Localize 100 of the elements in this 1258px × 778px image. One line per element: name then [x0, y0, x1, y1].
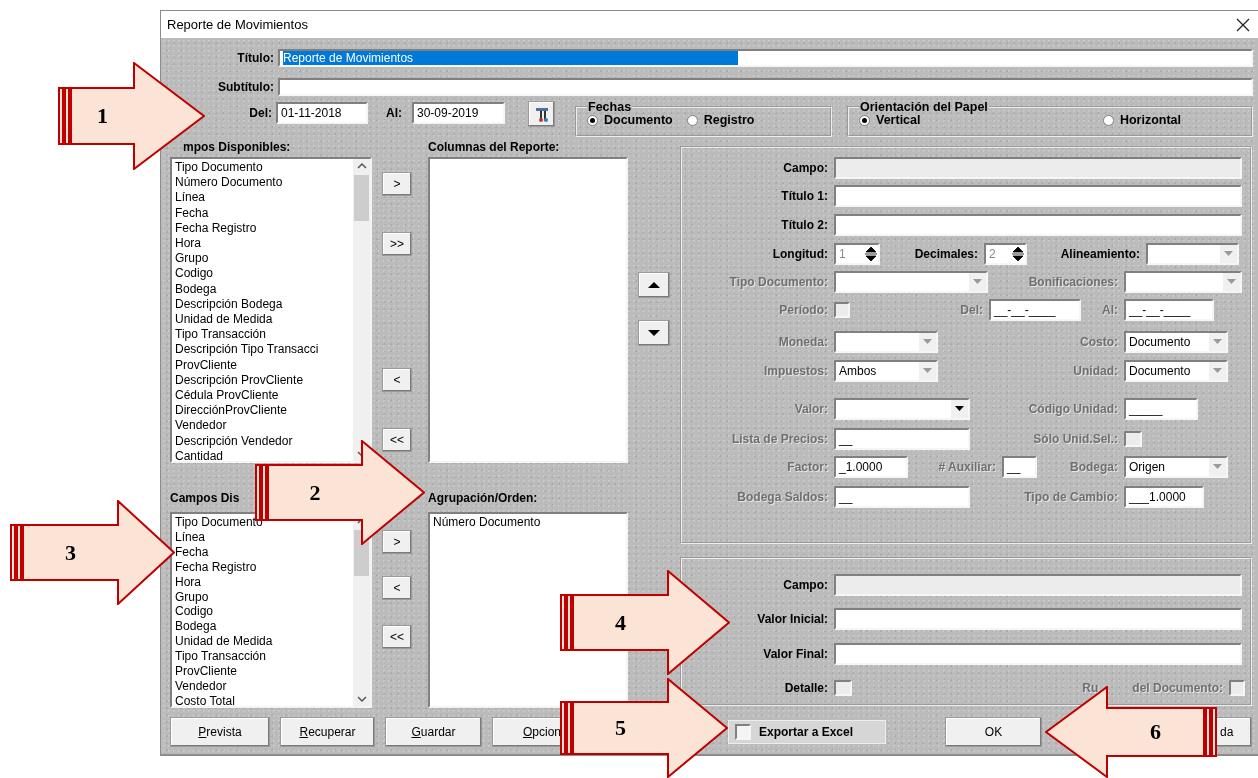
list-box[interactable]: Tipo Documento Línea Fecha Fecha Registro Hora Grupo Codigo Bodega Unidad de Medida Tipo Transacción ProvCliente Vendedor Costo Total [170, 512, 372, 708]
field-label: Bodega: [1070, 460, 1118, 474]
list-item[interactable]: Hora [175, 574, 201, 590]
dropdown[interactable] [834, 398, 970, 420]
callout-number: 6 [1150, 719, 1161, 745]
transfer-button[interactable]: < [382, 368, 412, 392]
radio-button[interactable] [859, 114, 870, 126]
spinner-arrows-icon [1011, 246, 1025, 262]
transfer-button[interactable]: > [382, 530, 412, 554]
group-title: Fechas [587, 101, 633, 113]
list-item[interactable]: Hora [175, 236, 201, 252]
list-item[interactable]: Tipo Transacción [175, 649, 266, 665]
list-item[interactable]: Descripción Tipo Transacci [175, 342, 319, 358]
list-item[interactable]: Bodega [175, 619, 217, 635]
field-label: Campo: [783, 161, 828, 175]
scrollbar[interactable] [353, 159, 370, 461]
field-label: Longitud: [772, 247, 828, 261]
radio-button[interactable] [587, 114, 598, 126]
text-field[interactable] [834, 574, 1242, 596]
field-label: Valor Inicial: [757, 612, 828, 626]
dropdown[interactable] [834, 331, 938, 353]
radio-label[interactable]: Registro [703, 113, 755, 127]
list-item[interactable]: Descripción Vendedor [175, 433, 293, 449]
list-item[interactable]: Unidad de Medida [175, 634, 273, 650]
dialog-button[interactable]: OK [945, 717, 1042, 747]
list-item[interactable]: Descripción Bodega [175, 296, 283, 313]
dropdown[interactable] [1146, 243, 1239, 265]
field-label: Sólo Unid.Sel.: [1033, 432, 1118, 446]
list-item[interactable]: Cédula ProvCliente [175, 388, 279, 404]
field-label: Bonificaciones: [1028, 275, 1118, 289]
move-down-button[interactable] [638, 320, 670, 346]
field-label: Al: [1102, 303, 1118, 317]
radio-label[interactable]: Horizontal [1119, 113, 1181, 127]
list-item[interactable]: Vendedor [175, 418, 227, 434]
tools-button[interactable] [528, 101, 555, 127]
dropdown[interactable] [834, 271, 988, 293]
list-item[interactable]: Vendedor [175, 678, 227, 694]
radio-label[interactable]: Vertical [876, 113, 921, 127]
action-button[interactable]: Recuperar [280, 717, 375, 747]
field-label: Título 1: [781, 189, 828, 203]
list-item[interactable]: Fecha Registro [175, 559, 257, 575]
date-field[interactable]: 30-09-2019 [412, 102, 505, 124]
list-item[interactable]: Bodega [175, 281, 217, 297]
callout-number: 5 [615, 715, 626, 741]
list-item[interactable]: Fecha [175, 205, 209, 221]
date-field[interactable]: 01-11-2018 [276, 102, 368, 124]
action-button[interactable]: Prevista [170, 717, 270, 747]
window-title: Reporte de Movimientos [167, 17, 308, 32]
transfer-button[interactable]: < [382, 576, 412, 600]
transfer-button[interactable]: >> [382, 232, 412, 256]
subtitle-field[interactable] [278, 78, 1253, 96]
action-button[interactable]: Guardar [385, 717, 482, 747]
list-item[interactable]: ProvCliente [175, 357, 238, 373]
callout-number: 2 [309, 479, 321, 506]
list-item[interactable]: Tipo Documento [175, 160, 263, 176]
list-item[interactable]: Descripción ProvCliente [175, 372, 304, 389]
list-item[interactable]: DirecciónProvCliente [175, 403, 288, 419]
checkbox[interactable] [834, 680, 852, 696]
list-item[interactable]: Fecha [175, 544, 209, 560]
list-heading: Columnas del Reporte: [428, 140, 560, 154]
field-label: Alineamiento: [1060, 247, 1140, 261]
list-item[interactable]: Tipo Documento [175, 515, 263, 530]
list-item[interactable]: Línea [175, 190, 206, 206]
list-item[interactable]: Línea [175, 529, 206, 545]
list-item[interactable]: Cantidad [175, 448, 224, 461]
radio-button[interactable] [1102, 114, 1114, 126]
field-label: Tipo Documento: [729, 275, 828, 289]
transfer-button[interactable]: > [382, 172, 412, 196]
dropdown[interactable] [1124, 271, 1242, 293]
spin-box[interactable]: 2 [984, 243, 1027, 265]
scroll-thumb[interactable] [354, 175, 369, 221]
transfer-button[interactable]: << [382, 428, 412, 452]
list-item[interactable]: Costo Total [175, 693, 235, 706]
list-item[interactable]: Codigo [175, 266, 214, 282]
checkbox[interactable] [735, 724, 751, 740]
list-item[interactable]: Grupo [175, 589, 209, 605]
list-item[interactable]: ProvCliente [175, 664, 238, 679]
field-label: Bodega Saldos: [737, 490, 828, 504]
transfer-button[interactable]: << [382, 625, 412, 649]
text-field[interactable] [834, 214, 1242, 236]
text-field[interactable] [834, 643, 1242, 665]
list-item[interactable]: Grupo [175, 251, 209, 267]
list-item[interactable]: Número Documento [175, 175, 283, 191]
title-field[interactable]: Reporte de Movimientos [278, 49, 1253, 67]
list-item[interactable]: Número Documento [433, 515, 541, 530]
move-up-button[interactable] [638, 272, 670, 298]
list-item[interactable]: Tipo Transacción [175, 327, 266, 343]
list-item[interactable]: Codigo [175, 604, 214, 620]
text-field[interactable] [834, 157, 1242, 179]
radio-label[interactable]: Documento [604, 113, 673, 127]
field-label: Al: [386, 106, 402, 120]
text-field[interactable] [834, 185, 1242, 207]
text-field[interactable] [834, 608, 1242, 630]
spin-box[interactable]: 1 [834, 243, 880, 265]
list-box[interactable] [170, 157, 372, 463]
list-heading: Campos Dis [170, 491, 240, 505]
radio-button[interactable] [686, 114, 698, 126]
checkbox-label[interactable]: Exportar a Excel [759, 725, 854, 739]
list-item[interactable]: Fecha Registro [175, 220, 257, 236]
list-item[interactable]: Unidad de Medida [175, 312, 273, 328]
